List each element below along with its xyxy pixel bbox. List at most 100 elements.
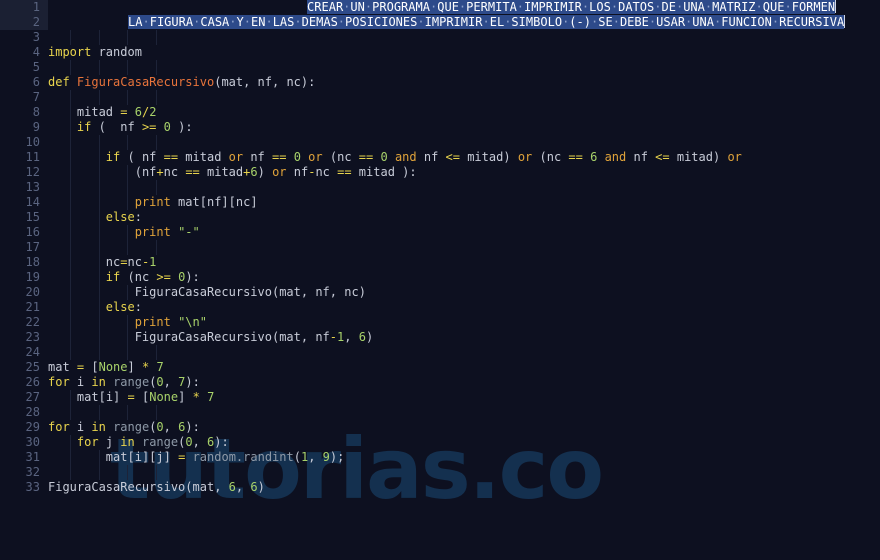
gutter-cell: 28 xyxy=(0,405,48,420)
code-line[interactable]: 17 xyxy=(0,240,880,255)
line-content-1[interactable]: CREAR·UN·PROGRAMA·QUE·PERMITA·IMPRIMIR·L… xyxy=(307,0,837,15)
gutter-cell: 10 xyxy=(0,135,48,150)
line-number: 14 xyxy=(25,195,40,209)
line-number: 26 xyxy=(25,375,40,389)
gutter-cell: 26 xyxy=(0,375,48,390)
line-content-31[interactable]: mat[i][j] = random.randint(1, 9); xyxy=(48,450,345,465)
code-line[interactable]: 15 else: xyxy=(0,210,880,225)
line-content-4[interactable]: import random xyxy=(48,45,142,60)
gutter-cell: 25 xyxy=(0,360,48,375)
line-number: 33 xyxy=(25,480,40,494)
selected-text-line1: CREAR·UN·PROGRAMA·QUE·PERMITA·IMPRIMIR·L… xyxy=(307,0,836,14)
line-content-27[interactable]: mat[i] = [None] * 7 xyxy=(48,390,214,405)
code-line[interactable]: 8 mitad = 6/2 xyxy=(0,105,880,120)
code-line[interactable]: 32 xyxy=(0,465,880,480)
line-content-33[interactable]: FiguraCasaRecursivo(mat, 6, 6) xyxy=(48,480,265,495)
line-content-2[interactable]: LA·FIGURA·CASA·Y·EN·LAS·DEMAS·POSICIONES… xyxy=(128,15,846,30)
line-content-8[interactable]: mitad = 6/2 xyxy=(48,105,157,120)
code-line[interactable]: 13 xyxy=(0,180,880,195)
code-line[interactable]: 25 mat = [None] * 7 xyxy=(0,360,880,375)
code-line[interactable]: 9 if ( nf >= 0 ): xyxy=(0,120,880,135)
line-number: 2 xyxy=(32,15,40,29)
code-line[interactable]: 21 else: xyxy=(0,300,880,315)
line-number: 28 xyxy=(25,405,40,419)
line-number: 13 xyxy=(25,180,40,194)
gutter-cell: 6 xyxy=(0,75,48,90)
line-content-30[interactable]: for j in range(0, 6): xyxy=(48,435,229,450)
line-number: 31 xyxy=(25,450,40,464)
line-number: 20 xyxy=(25,285,40,299)
gutter-cell: 7 xyxy=(0,90,48,105)
code-line[interactable]: 7 xyxy=(0,90,880,105)
gutter-cell: 4 xyxy=(0,45,48,60)
line-content-11[interactable]: if ( nf == mitad or nf == 0 or (nc == 0 … xyxy=(48,150,742,165)
line-content-14[interactable]: print mat[nf][nc] xyxy=(48,195,258,210)
line-content-15[interactable]: else: xyxy=(48,210,142,225)
gutter-cell: 29 xyxy=(0,420,48,435)
code-line[interactable]: 19 if (nc >= 0): xyxy=(0,270,880,285)
line-content-12[interactable]: (nf+nc == mitad+6) or nf-nc == mitad ): xyxy=(48,165,417,180)
line-number: 6 xyxy=(32,75,40,89)
line-number: 4 xyxy=(32,45,40,59)
line-content-23[interactable]: FiguraCasaRecursivo(mat, nf-1, 6) xyxy=(48,330,373,345)
code-line[interactable]: 4 import random xyxy=(0,45,880,60)
code-line[interactable]: 1 CREAR·UN·PROGRAMA·QUE·PERMITA·IMPRIMIR… xyxy=(0,0,880,15)
gutter-cell: 13 xyxy=(0,180,48,195)
line-number: 7 xyxy=(32,90,40,104)
code-line[interactable]: 23 FiguraCasaRecursivo(mat, nf-1, 6) xyxy=(0,330,880,345)
code-line[interactable]: 33 FiguraCasaRecursivo(mat, 6, 6) xyxy=(0,480,880,495)
code-line[interactable]: 22 print "\n" xyxy=(0,315,880,330)
code-line[interactable]: 3 xyxy=(0,30,880,45)
line-number: 17 xyxy=(25,240,40,254)
line-content-21[interactable]: else: xyxy=(48,300,142,315)
line-number: 10 xyxy=(25,135,40,149)
gutter-cell: 27 xyxy=(0,390,48,405)
gutter-cell: 15 xyxy=(0,210,48,225)
code-line[interactable]: 29 for i in range(0, 6): xyxy=(0,420,880,435)
gutter-cell: 3 xyxy=(0,30,48,45)
line-content-6[interactable]: def FiguraCasaRecursivo(mat, nf, nc): xyxy=(48,75,315,90)
code-line[interactable]: 16 print "-" xyxy=(0,225,880,240)
line-number: 29 xyxy=(25,420,40,434)
code-line[interactable]: 10 xyxy=(0,135,880,150)
line-number: 15 xyxy=(25,210,40,224)
code-line[interactable]: 27 mat[i] = [None] * 7 xyxy=(0,390,880,405)
code-line[interactable]: 18 nc=nc-1 xyxy=(0,255,880,270)
code-editor[interactable]: tutorias.co 1 CREAR·UN·PROGRAMA·QUE·PERM… xyxy=(0,0,880,560)
code-line[interactable]: 12 (nf+nc == mitad+6) or nf-nc == mitad … xyxy=(0,165,880,180)
code-line[interactable]: 24 xyxy=(0,345,880,360)
line-content-9[interactable]: if ( nf >= 0 ): xyxy=(48,120,193,135)
line-content-18[interactable]: nc=nc-1 xyxy=(48,255,157,270)
gutter-cell: 32 xyxy=(0,465,48,480)
code-line[interactable]: 26 for i in range(0, 7): xyxy=(0,375,880,390)
line-content-26[interactable]: for i in range(0, 7): xyxy=(48,375,200,390)
gutter-cell: 24 xyxy=(0,345,48,360)
line-number: 18 xyxy=(25,255,40,269)
gutter-cell: 8 xyxy=(0,105,48,120)
code-line[interactable]: 5 xyxy=(0,60,880,75)
code-line[interactable]: 14 print mat[nf][nc] xyxy=(0,195,880,210)
code-line[interactable]: 31 mat[i][j] = random.randint(1, 9); xyxy=(0,450,880,465)
line-content-29[interactable]: for i in range(0, 6): xyxy=(48,420,200,435)
gutter-cell: 9 xyxy=(0,120,48,135)
code-line[interactable]: 28 xyxy=(0,405,880,420)
gutter-cell: 16 xyxy=(0,225,48,240)
gutter-cell: 5 xyxy=(0,60,48,75)
gutter-cell: 20 xyxy=(0,285,48,300)
code-line[interactable]: 20 FiguraCasaRecursivo(mat, nf, nc) xyxy=(0,285,880,300)
code-line[interactable]: 2 LA·FIGURA·CASA·Y·EN·LAS·DEMAS·POSICION… xyxy=(0,15,880,30)
line-content-20[interactable]: FiguraCasaRecursivo(mat, nf, nc) xyxy=(48,285,366,300)
text-caret xyxy=(844,15,846,28)
line-content-16[interactable]: print "-" xyxy=(48,225,200,240)
code-line[interactable]: 11 if ( nf == mitad or nf == 0 or (nc ==… xyxy=(0,150,880,165)
code-line[interactable]: 30 for j in range(0, 6): xyxy=(0,435,880,450)
gutter-cell: 33 xyxy=(0,480,48,495)
code-surface[interactable]: 1 CREAR·UN·PROGRAMA·QUE·PERMITA·IMPRIMIR… xyxy=(0,0,880,560)
line-number: 3 xyxy=(32,30,40,44)
code-line[interactable]: 6 def FiguraCasaRecursivo(mat, nf, nc): xyxy=(0,75,880,90)
gutter-cell: 12 xyxy=(0,165,48,180)
line-content-19[interactable]: if (nc >= 0): xyxy=(48,270,200,285)
line-content-22[interactable]: print "\n" xyxy=(48,315,207,330)
line-content-25[interactable]: mat = [None] * 7 xyxy=(48,360,164,375)
line-number: 32 xyxy=(25,465,40,479)
